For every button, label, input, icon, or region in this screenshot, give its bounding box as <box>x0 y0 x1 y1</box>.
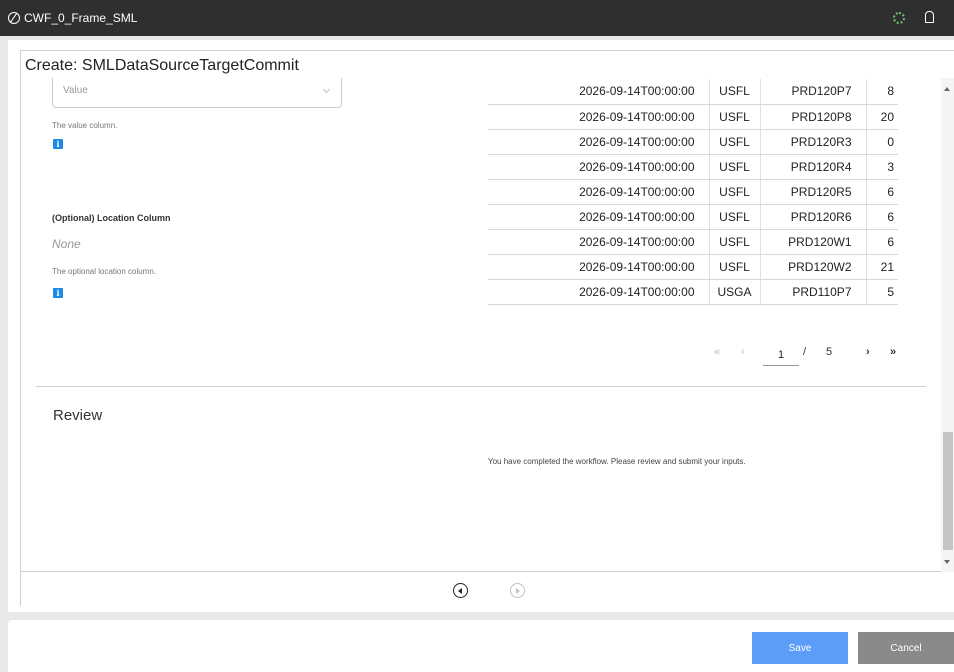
location-column-value[interactable]: None <box>52 237 81 251</box>
window-title: CWF_0_Frame_SML <box>24 11 138 25</box>
cell-date: 2026-09-14T00:00:00 <box>488 179 710 205</box>
table-row: 2026-09-14T00:00:00 USFL PRD120R3 0 <box>488 129 898 155</box>
first-page-button[interactable]: « <box>714 346 720 358</box>
cell-product: PRD120W2 <box>760 254 867 280</box>
cell-location: USFL <box>709 129 761 155</box>
table-row: 2026-09-14T00:00:00 USFL PRD120W2 21 <box>488 254 898 280</box>
cell-product: PRD120R3 <box>760 129 867 155</box>
scroll-down-arrow-icon[interactable] <box>944 560 950 564</box>
cell-date: 2026-09-14T00:00:00 <box>488 154 710 180</box>
window-titlebar: CWF_0_Frame_SML <box>0 0 954 36</box>
value-column-help: The value column. <box>52 121 118 130</box>
cell-product: PRD120P7 <box>760 79 867 105</box>
back-button[interactable] <box>453 583 468 598</box>
location-column-help: The optional location column. <box>52 267 157 276</box>
cell-value: 6 <box>866 204 898 230</box>
page-number-input[interactable] <box>763 344 799 366</box>
cell-value: 20 <box>866 104 898 130</box>
scroll-up-arrow-icon[interactable] <box>944 87 950 91</box>
cell-date: 2026-09-14T00:00:00 <box>488 229 710 255</box>
info-icon[interactable]: i <box>53 139 63 149</box>
table-row: 2026-09-14T00:00:00 USFL PRD120P8 20 <box>488 104 898 130</box>
table-row: 2026-09-14T00:00:00 USFL PRD120W1 6 <box>488 229 898 255</box>
page-title: Create: SMLDataSourceTargetCommit <box>25 57 299 74</box>
forward-button[interactable] <box>510 583 525 598</box>
cell-product: PRD120R6 <box>760 204 867 230</box>
last-page-button[interactable]: » <box>890 346 896 358</box>
cell-value: 3 <box>866 154 898 180</box>
cell-location: USFL <box>709 254 761 280</box>
cell-date: 2026-09-14T00:00:00 <box>488 204 710 230</box>
cell-value: 5 <box>866 279 898 305</box>
cell-location: USGA <box>709 279 761 305</box>
cell-date: 2026-09-14T00:00:00 <box>488 104 710 130</box>
cell-value: 21 <box>866 254 898 280</box>
section-divider <box>36 386 926 387</box>
cell-value: 6 <box>866 229 898 255</box>
cell-location: USFL <box>709 229 761 255</box>
location-column-label: (Optional) Location Column <box>52 213 171 223</box>
back-arrow-icon <box>458 587 462 594</box>
cell-product: PRD120P8 <box>760 104 867 130</box>
prev-page-button[interactable]: ‹ <box>741 346 745 358</box>
footer-divider <box>20 571 941 572</box>
table-row: 2026-09-14T00:00:00 USFL PRD120P7 8 <box>488 79 898 105</box>
cell-product: PRD110P7 <box>760 279 867 305</box>
save-button[interactable]: Save <box>752 632 848 664</box>
app-logo-icon <box>8 12 20 24</box>
cell-location: USFL <box>709 179 761 205</box>
cell-value: 8 <box>866 79 898 105</box>
next-page-button[interactable]: › <box>866 346 870 358</box>
cell-value: 0 <box>866 129 898 155</box>
cell-product: PRD120W1 <box>760 229 867 255</box>
page-separator: / <box>803 346 807 358</box>
review-message: You have completed the workflow. Please … <box>488 457 746 466</box>
cell-date: 2026-09-14T00:00:00 <box>488 129 710 155</box>
cell-product: PRD120R4 <box>760 154 867 180</box>
chevron-down-icon <box>322 85 331 94</box>
table-row: 2026-09-14T00:00:00 USGA PRD110P7 5 <box>488 279 898 305</box>
spinner-icon <box>893 12 905 24</box>
cell-date: 2026-09-14T00:00:00 <box>488 79 710 105</box>
cancel-button[interactable]: Cancel <box>858 632 954 664</box>
review-title: Review <box>53 407 103 424</box>
value-column-select[interactable]: Value <box>52 78 342 108</box>
cell-location: USFL <box>709 79 761 105</box>
cell-date: 2026-09-14T00:00:00 <box>488 279 710 305</box>
table-row: 2026-09-14T00:00:00 USFL PRD120R4 3 <box>488 154 898 180</box>
cell-value: 6 <box>866 179 898 205</box>
scrollbar-thumb[interactable] <box>943 432 953 550</box>
cell-location: USFL <box>709 154 761 180</box>
bell-icon[interactable] <box>925 11 934 23</box>
page-total: 5 <box>826 346 833 358</box>
cell-location: USFL <box>709 104 761 130</box>
cell-date: 2026-09-14T00:00:00 <box>488 254 710 280</box>
value-column-selected: Value <box>63 85 88 96</box>
cell-product: PRD120R5 <box>760 179 867 205</box>
forward-arrow-icon <box>516 587 520 594</box>
table-row: 2026-09-14T00:00:00 USFL PRD120R5 6 <box>488 179 898 205</box>
cell-location: USFL <box>709 204 761 230</box>
info-icon[interactable]: i <box>53 288 63 298</box>
table-row: 2026-09-14T00:00:00 USFL PRD120R6 6 <box>488 204 898 230</box>
data-preview-table: 2026-09-14T00:00:00 USFL PRD120P7 8 2026-09-… <box>488 79 898 305</box>
